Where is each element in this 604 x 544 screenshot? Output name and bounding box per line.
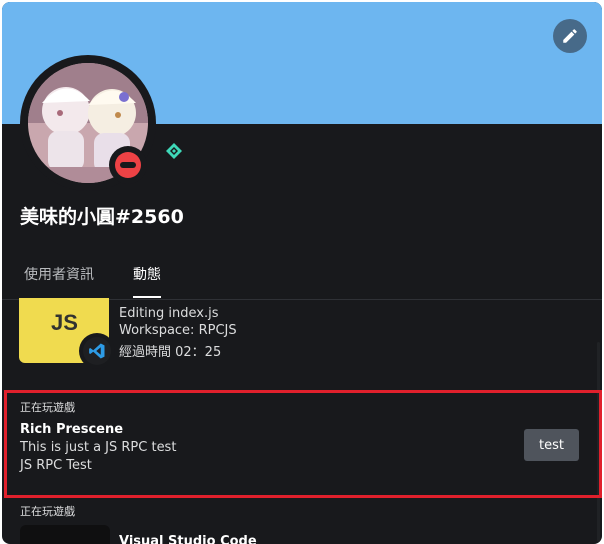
tab-activity[interactable]: 動態 <box>133 264 161 284</box>
js-icon: JS <box>51 310 78 335</box>
activity-state: Workspace: RPCJS <box>119 323 237 338</box>
playing-game-header: 正在玩遊戲 <box>20 401 75 414</box>
activity-button-test[interactable]: test <box>524 429 579 461</box>
username: 美味的小圓#2560 <box>20 206 184 228</box>
activity-elapsed-time: 經過時間 02：25 <box>119 345 222 360</box>
activity-details: Editing index.js <box>119 306 219 321</box>
active-tab-indicator <box>133 296 161 298</box>
activity-large-image-2 <box>20 525 110 544</box>
vscode-icon <box>83 337 111 365</box>
game-state: JS RPC Test <box>20 458 92 473</box>
do-not-disturb-icon <box>115 152 141 178</box>
edit-profile-button[interactable] <box>553 19 587 53</box>
user-profile-popout: 美味的小圓#2560 使用者資訊 動態 JS Editing index.js … <box>2 2 602 544</box>
playing-game-header-2: 正在玩遊戲 <box>20 505 75 518</box>
game-details: This is just a JS RPC test <box>20 440 177 455</box>
tab-user-info[interactable]: 使用者資訊 <box>24 264 94 284</box>
nitro-badge-icon[interactable] <box>165 142 183 160</box>
pencil-icon <box>563 29 577 43</box>
game-name-2: Visual Studio Code <box>119 534 257 544</box>
game-name: Rich Prescene <box>20 422 124 437</box>
